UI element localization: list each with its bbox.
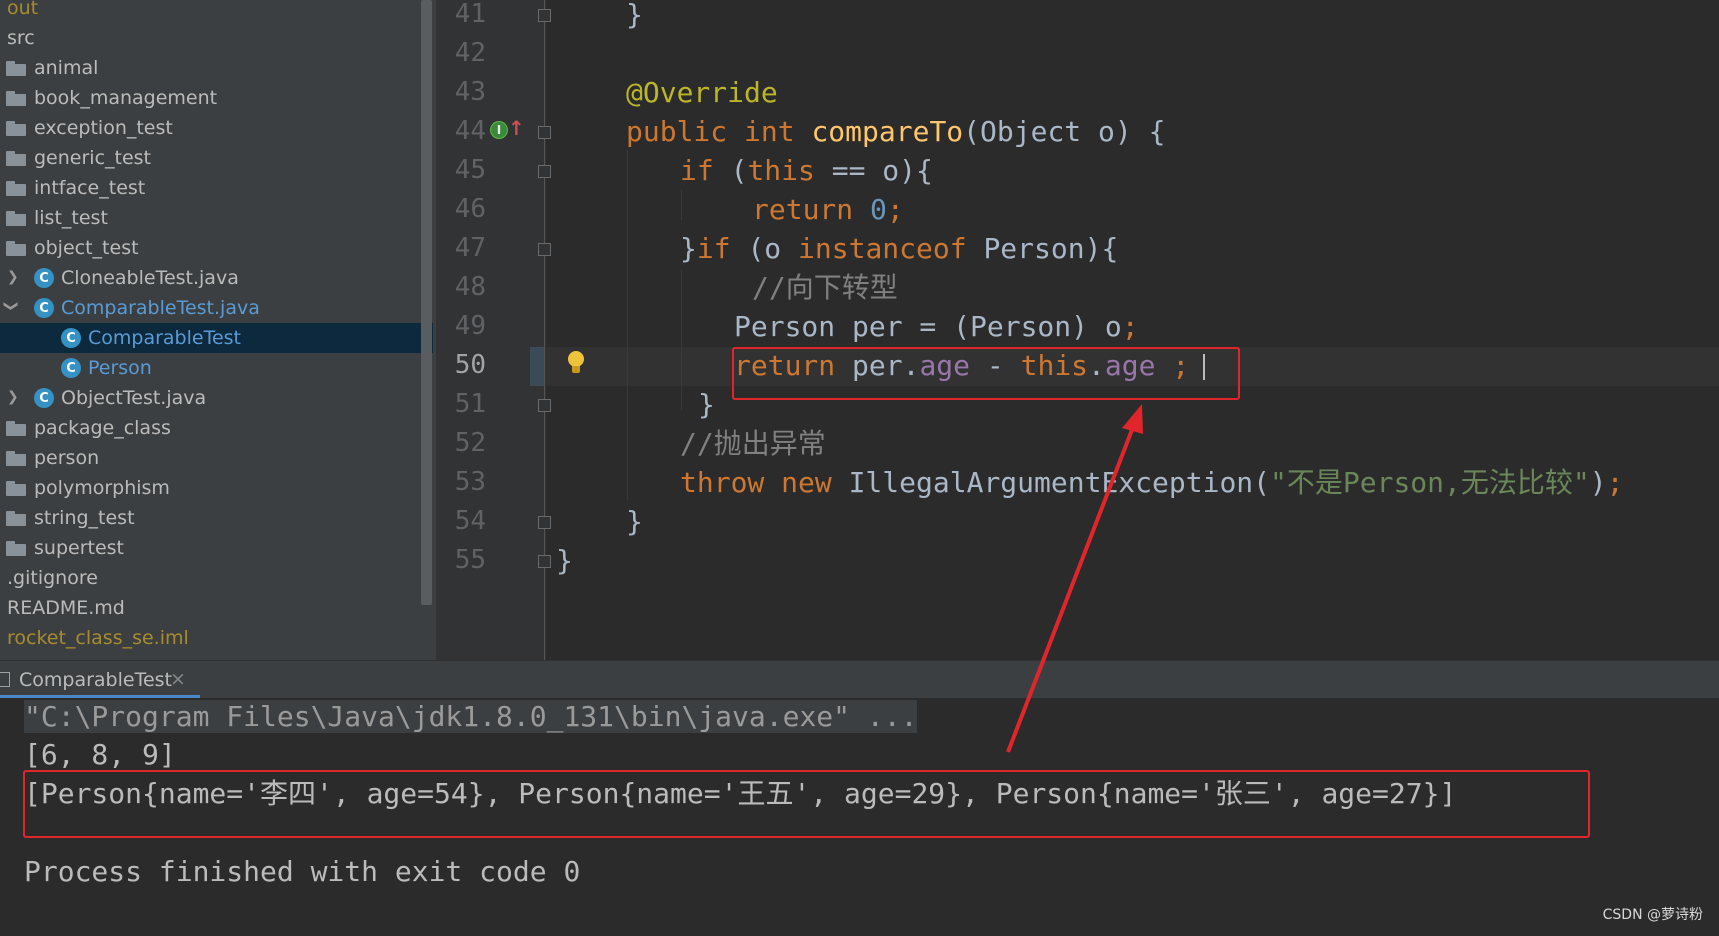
watermark: CSDN @萝诗粉 <box>1602 907 1703 923</box>
annotation-arrow-shaft <box>1006 421 1137 753</box>
annotation-arrow-head <box>1122 404 1143 434</box>
annotation-arrow <box>1006 404 1143 753</box>
